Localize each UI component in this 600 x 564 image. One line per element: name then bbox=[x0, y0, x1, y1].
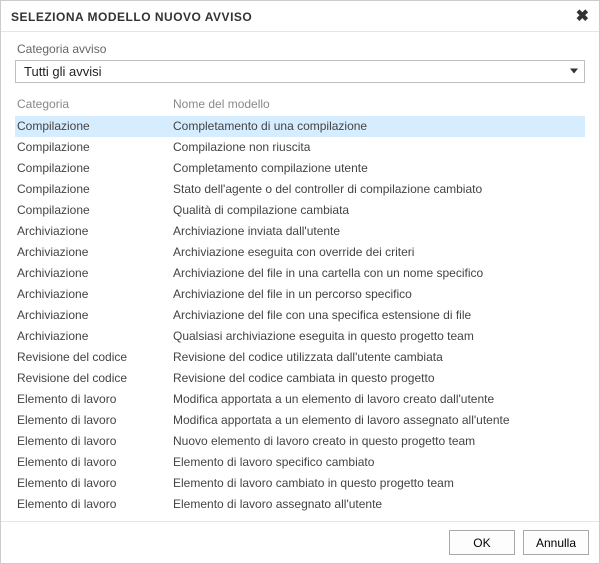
chevron-down-icon bbox=[570, 69, 578, 74]
table-row[interactable]: CompilazioneCompletamento compilazione u… bbox=[15, 158, 585, 179]
row-template-name: Modifica apportata a un elemento di lavo… bbox=[173, 413, 583, 428]
category-select-value: Tutti gli avvisi bbox=[24, 64, 102, 79]
row-category: Revisione del codice bbox=[17, 350, 173, 365]
table-row[interactable]: ArchiviazioneArchiviazione del file in u… bbox=[15, 284, 585, 305]
close-icon[interactable]: ✖ bbox=[576, 9, 589, 25]
row-template-name: Archiviazione del file in una cartella c… bbox=[173, 266, 583, 281]
row-category: Compilazione bbox=[17, 119, 173, 134]
cancel-button[interactable]: Annulla bbox=[523, 530, 589, 555]
table-row[interactable]: Elemento di lavoroElemento di lavoro ass… bbox=[15, 494, 585, 515]
row-category: Elemento di lavoro bbox=[17, 497, 173, 512]
header-category: Categoria bbox=[17, 97, 173, 111]
row-category: Archiviazione bbox=[17, 245, 173, 260]
table-headers: Categoria Nome del modello bbox=[15, 93, 585, 115]
titlebar: SELEZIONA MODELLO NUOVO AVVISO ✖ bbox=[1, 1, 599, 32]
row-category: Revisione del codice bbox=[17, 371, 173, 386]
row-category: Archiviazione bbox=[17, 287, 173, 302]
row-template-name: Qualità di compilazione cambiata bbox=[173, 203, 583, 218]
table-row[interactable]: ArchiviazioneQualsiasi archiviazione ese… bbox=[15, 326, 585, 347]
row-template-name: Archiviazione inviata dall'utente bbox=[173, 224, 583, 239]
table-row[interactable]: Elemento di lavoroNuovo elemento di lavo… bbox=[15, 431, 585, 452]
row-category: Elemento di lavoro bbox=[17, 476, 173, 491]
row-template-name: Elemento di lavoro assegnato all'utente bbox=[173, 497, 583, 512]
row-category: Compilazione bbox=[17, 182, 173, 197]
row-template-name: Nuovo elemento di lavoro creato in quest… bbox=[173, 434, 583, 449]
row-category: Elemento di lavoro bbox=[17, 455, 173, 470]
row-template-name: Revisione del codice utilizzata dall'ute… bbox=[173, 350, 583, 365]
dialog-body: Categoria avviso Tutti gli avvisi Catego… bbox=[1, 32, 599, 521]
table-row[interactable]: ArchiviazioneArchiviazione del file con … bbox=[15, 305, 585, 326]
row-category: Elemento di lavoro bbox=[17, 413, 173, 428]
table-row[interactable]: Elemento di lavoroModifica apportata a u… bbox=[15, 389, 585, 410]
row-template-name: Archiviazione del file in un percorso sp… bbox=[173, 287, 583, 302]
template-list[interactable]: CompilazioneCompletamento di una compila… bbox=[15, 115, 585, 515]
table-row[interactable]: CompilazioneCompilazione non riuscita bbox=[15, 137, 585, 158]
header-template-name: Nome del modello bbox=[173, 97, 583, 111]
row-template-name: Archiviazione del file con una specifica… bbox=[173, 308, 583, 323]
table-row[interactable]: ArchiviazioneArchiviazione inviata dall'… bbox=[15, 221, 585, 242]
row-category: Compilazione bbox=[17, 140, 173, 155]
table-row[interactable]: Elemento di lavoroModifica apportata a u… bbox=[15, 410, 585, 431]
row-template-name: Revisione del codice cambiata in questo … bbox=[173, 371, 583, 386]
row-template-name: Compilazione non riuscita bbox=[173, 140, 583, 155]
row-template-name: Stato dell'agente o del controller di co… bbox=[173, 182, 583, 197]
row-template-name: Completamento di una compilazione bbox=[173, 119, 583, 134]
row-template-name: Qualsiasi archiviazione eseguita in ques… bbox=[173, 329, 583, 344]
row-template-name: Archiviazione eseguita con override dei … bbox=[173, 245, 583, 260]
ok-button[interactable]: OK bbox=[449, 530, 515, 555]
category-field-label: Categoria avviso bbox=[15, 40, 585, 60]
dialog-footer: OK Annulla bbox=[1, 521, 599, 563]
table-row[interactable]: Elemento di lavoroElemento di lavoro spe… bbox=[15, 452, 585, 473]
row-template-name: Elemento di lavoro cambiato in questo pr… bbox=[173, 476, 583, 491]
row-category: Elemento di lavoro bbox=[17, 434, 173, 449]
table-row[interactable]: CompilazioneCompletamento di una compila… bbox=[15, 116, 585, 137]
table-row[interactable]: CompilazioneQualità di compilazione camb… bbox=[15, 200, 585, 221]
row-category: Compilazione bbox=[17, 203, 173, 218]
row-category: Elemento di lavoro bbox=[17, 392, 173, 407]
table-row[interactable]: ArchiviazioneArchiviazione eseguita con … bbox=[15, 242, 585, 263]
table-row[interactable]: Elemento di lavoroElemento di lavoro cam… bbox=[15, 473, 585, 494]
row-category: Archiviazione bbox=[17, 266, 173, 281]
table-row[interactable]: CompilazioneStato dell'agente o del cont… bbox=[15, 179, 585, 200]
dialog-title: SELEZIONA MODELLO NUOVO AVVISO bbox=[11, 10, 252, 24]
category-select[interactable]: Tutti gli avvisi bbox=[15, 60, 585, 83]
row-category: Archiviazione bbox=[17, 329, 173, 344]
table-row[interactable]: Revisione del codiceRevisione del codice… bbox=[15, 347, 585, 368]
row-template-name: Elemento di lavoro specifico cambiato bbox=[173, 455, 583, 470]
row-category: Archiviazione bbox=[17, 308, 173, 323]
dialog: SELEZIONA MODELLO NUOVO AVVISO ✖ Categor… bbox=[0, 0, 600, 564]
row-category: Compilazione bbox=[17, 161, 173, 176]
table-row[interactable]: Revisione del codiceRevisione del codice… bbox=[15, 368, 585, 389]
row-template-name: Modifica apportata a un elemento di lavo… bbox=[173, 392, 583, 407]
table-row[interactable]: ArchiviazioneArchiviazione del file in u… bbox=[15, 263, 585, 284]
row-template-name: Completamento compilazione utente bbox=[173, 161, 583, 176]
row-category: Archiviazione bbox=[17, 224, 173, 239]
